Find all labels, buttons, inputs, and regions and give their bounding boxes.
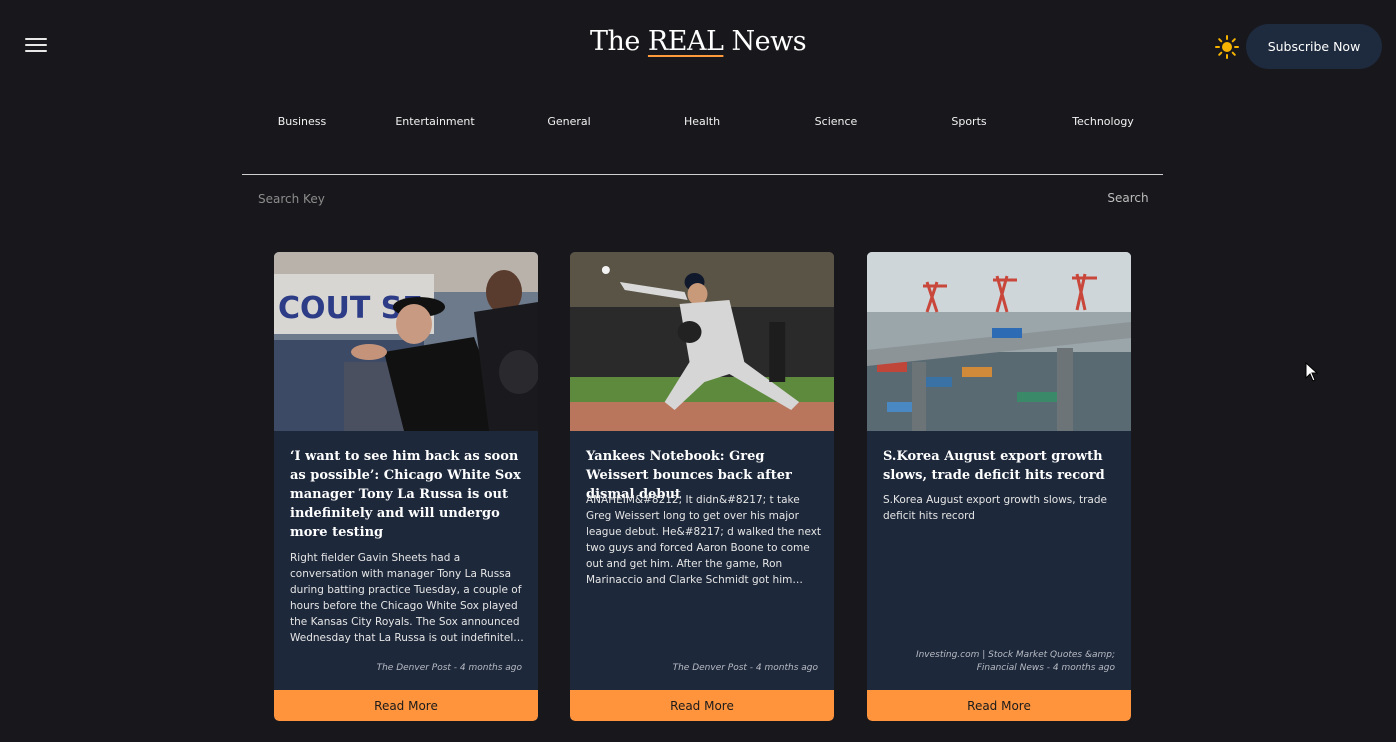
article-image[interactable]: COUT SE [274, 252, 538, 431]
article-description: Right fielder Gavin Sheets had a convers… [290, 552, 522, 644]
read-more-button[interactable]: Read More [867, 690, 1131, 721]
article-card: Yankees Notebook: Greg Weissert bounces … [570, 252, 834, 721]
subscribe-button[interactable]: Subscribe Now [1246, 24, 1382, 69]
article-description: ANAHEIM&#8212; It didn&#8217; t take Gre… [586, 494, 822, 586]
read-more-button[interactable]: Read More [274, 690, 538, 721]
category-nav: Business Entertainment General Health Sc… [0, 115, 1396, 131]
brand-suffix: News [723, 26, 807, 57]
category-entertainment[interactable]: Entertainment [395, 115, 474, 128]
category-sports[interactable]: Sports [951, 115, 986, 128]
category-general[interactable]: General [547, 115, 590, 128]
category-technology[interactable]: Technology [1072, 115, 1134, 128]
article-meta: The Denver Post - 4 months ago [376, 663, 522, 673]
article-image[interactable] [867, 252, 1131, 431]
article-title[interactable]: ‘I want to see him back as soon as possi… [290, 447, 526, 542]
theme-toggle[interactable] [1214, 34, 1240, 60]
read-more-button[interactable]: Read More [570, 690, 834, 721]
category-science[interactable]: Science [815, 115, 858, 128]
category-health[interactable]: Health [684, 115, 720, 128]
article-meta: The Denver Post - 4 months ago [672, 663, 818, 673]
brand-prefix: The [589, 26, 648, 57]
search-button[interactable]: Search [1100, 188, 1156, 208]
article-image[interactable] [570, 252, 834, 431]
mouse-cursor-icon [1305, 362, 1319, 382]
article-title[interactable]: S.Korea August export growth slows, trad… [883, 447, 1119, 485]
site-logo[interactable]: The REAL News [0, 26, 1396, 57]
search-input[interactable] [256, 188, 1020, 210]
category-business[interactable]: Business [278, 115, 327, 128]
article-meta: Investing.com | Stock Market Quotes &amp… [915, 650, 1115, 673]
article-card: COUT SE ‘I want to see him back as soon … [274, 252, 538, 721]
article-card: S.Korea August export growth slows, trad… [867, 252, 1131, 721]
article-description: S.Korea August export growth slows, trad… [883, 494, 1107, 522]
sun-icon [1215, 35, 1239, 59]
search-divider [242, 174, 1163, 175]
brand-highlight: REAL [647, 26, 724, 57]
